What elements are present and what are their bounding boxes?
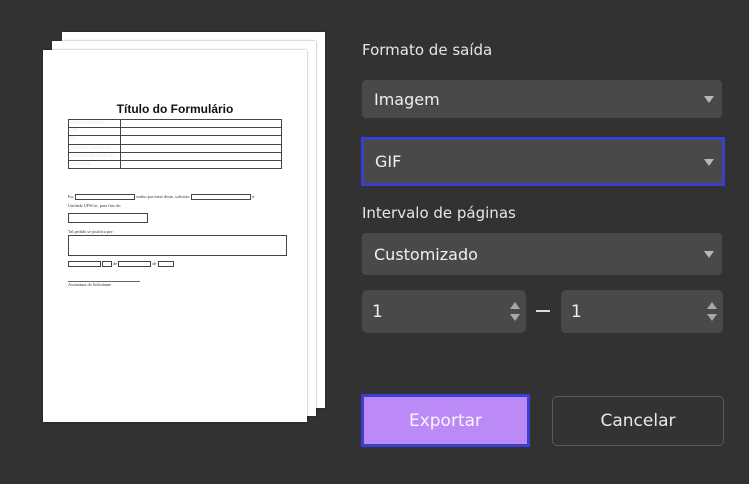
page-range-select[interactable]: Customizado (362, 233, 722, 275)
output-format-label: Formato de saída (362, 41, 493, 59)
increment-icon[interactable] (707, 302, 717, 309)
range-dash (536, 310, 550, 312)
page-preview: Título do Formulário Nome Completo CPF R… (43, 50, 307, 422)
decrement-icon[interactable] (510, 314, 520, 321)
chevron-down-icon (704, 96, 714, 103)
export-button[interactable]: Exportar (361, 394, 530, 447)
decrement-icon[interactable] (707, 314, 717, 321)
cancel-button[interactable]: Cancelar (552, 396, 724, 446)
page-range-label: Intervalo de páginas (362, 204, 516, 222)
increment-icon[interactable] (510, 302, 520, 309)
page-to-stepper[interactable]: 1 (561, 290, 723, 333)
request-line: Eu, venho por meio deste, solicitar: à (68, 194, 255, 201)
image-format-select[interactable]: GIF (361, 137, 725, 186)
chevron-down-icon (704, 251, 714, 258)
output-type-select[interactable]: Imagem (362, 80, 722, 118)
chevron-down-icon (704, 158, 714, 166)
date-line: de de (68, 261, 174, 268)
doc-title: Título do Formulário (116, 102, 234, 116)
form-table: Nome Completo CPF RG Telefone Comercial … (68, 118, 282, 170)
page-from-stepper[interactable]: 1 (362, 290, 526, 333)
